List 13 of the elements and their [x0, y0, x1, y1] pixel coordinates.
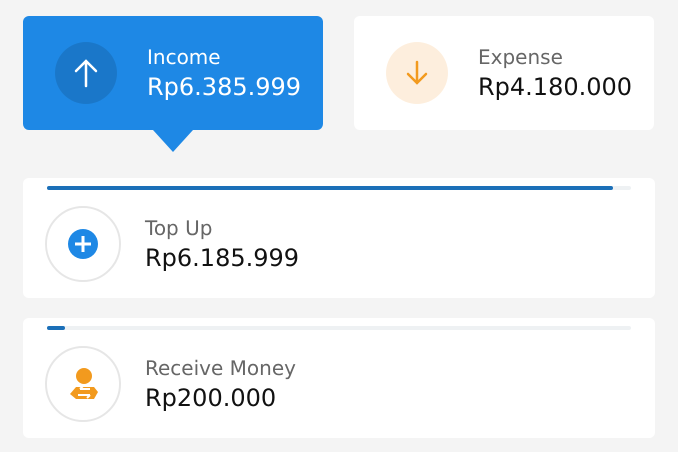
tab-amount: Rp6.385.999 — [147, 73, 302, 101]
plus-icon — [68, 229, 98, 259]
up-arrow-icon — [73, 58, 99, 88]
tab-label: Expense — [478, 45, 564, 69]
down-arrow-icon — [406, 60, 428, 86]
entry-label: Receive Money — [145, 356, 296, 380]
entry-amount: Rp200.000 — [145, 384, 278, 412]
tab-amount: Rp4.180.000 — [478, 73, 632, 101]
tab-label: Income — [147, 45, 222, 69]
entry-label: Top Up — [145, 216, 214, 240]
entry-amount: Rp6.185.999 — [145, 244, 300, 272]
category-tab[interactable]: Expense Rp4.180.000 — [354, 16, 654, 130]
tab-pointer — [153, 130, 193, 152]
